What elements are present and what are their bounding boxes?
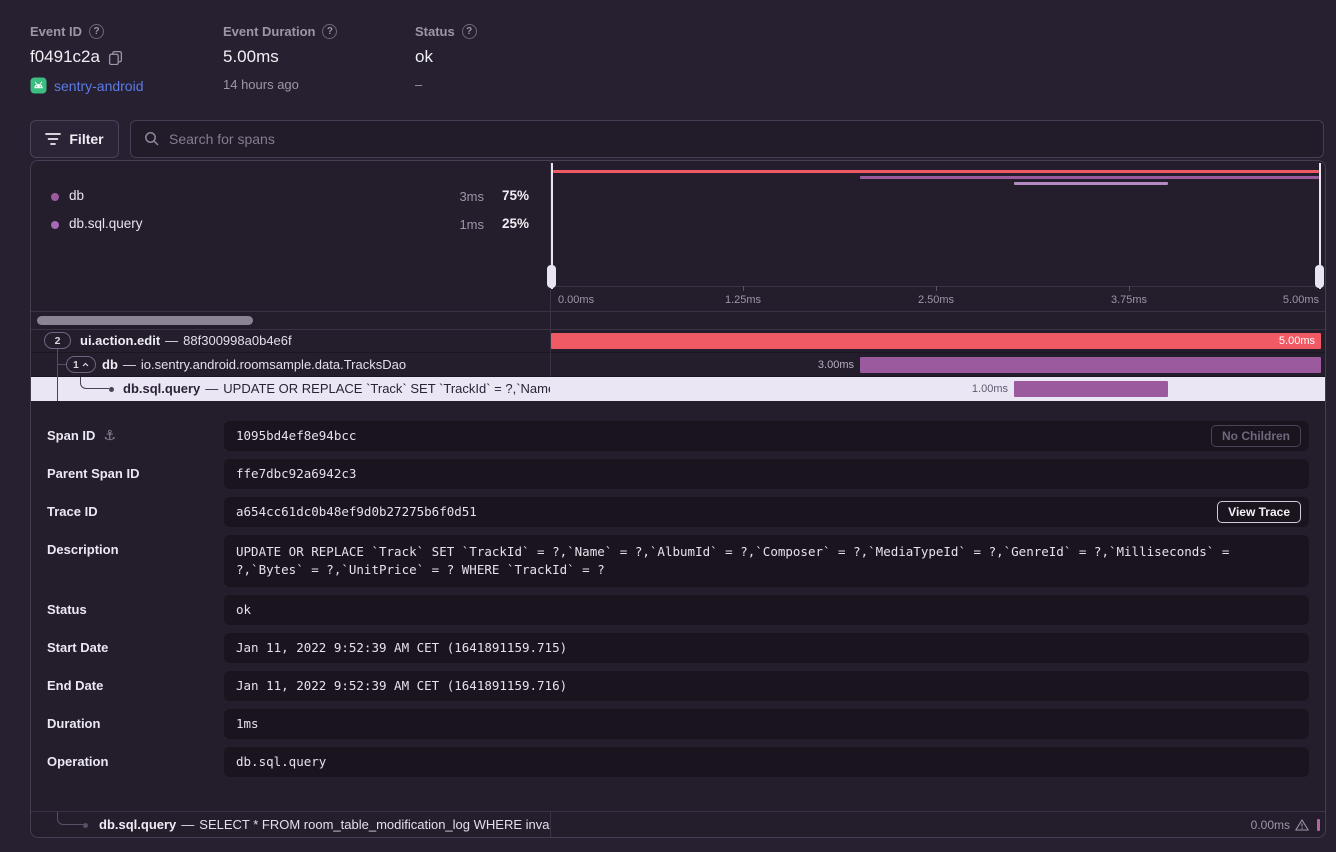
detail-row-operation: Operation db.sql.query xyxy=(31,747,1325,777)
view-trace-button[interactable]: View Trace xyxy=(1217,501,1301,523)
no-children-badge: No Children xyxy=(1211,425,1301,447)
event-duration-label: Event Duration xyxy=(223,24,315,39)
span-duration: 5.00ms xyxy=(1279,333,1315,349)
span-id-value: 1095bd4ef8e94bccNo Children xyxy=(224,421,1309,451)
detail-row-description: Description UPDATE OR REPLACE `Track` SE… xyxy=(31,535,1325,587)
detail-row-start-date: Start Date Jan 11, 2022 9:52:39 AM CET (… xyxy=(31,633,1325,663)
span-duration: 0.00ms xyxy=(1251,818,1290,832)
status-value: ok xyxy=(415,47,433,67)
divider-line xyxy=(31,811,1325,812)
search-box xyxy=(130,120,1324,158)
help-icon[interactable]: ? xyxy=(462,24,477,39)
minimap-left-grip[interactable] xyxy=(547,265,556,288)
span-bar-ui-action-edit: 5.00ms xyxy=(551,333,1321,349)
event-id-label: Event ID xyxy=(30,24,82,39)
axis-label: 3.75ms xyxy=(1099,289,1159,311)
help-icon[interactable]: ? xyxy=(89,24,104,39)
warning-icon xyxy=(1295,819,1309,831)
op-color-dot xyxy=(51,221,59,229)
android-icon xyxy=(30,77,47,94)
operation-value: db.sql.query xyxy=(224,747,1309,777)
ops-breakdown-row-db-sql-query[interactable]: db.sql.query 1ms 25% xyxy=(31,213,550,237)
parent-span-id-value: ffe7dbc92a6942c3 xyxy=(224,459,1309,489)
minimap-span-ui-action-edit xyxy=(553,170,1319,173)
detail-row-status: Status ok xyxy=(31,595,1325,625)
span-duration: 3.00ms xyxy=(791,357,854,373)
axis-label: 5.00ms xyxy=(1259,289,1319,311)
duration-value: 1ms xyxy=(224,709,1309,739)
axis-label: 1.25ms xyxy=(713,289,773,311)
status-value: ok xyxy=(224,595,1309,625)
detail-row-trace-id: Trace ID a654cc61dc0b48ef9d0b27275b6f0d5… xyxy=(31,497,1325,527)
span-detail-page: { "header": { "event_id_label": "Event I… xyxy=(0,0,1336,852)
axis-top-border xyxy=(550,286,1325,287)
trace-view-panel: db 3ms 75% db.sql.query 1ms 25% 0.00ms 1… xyxy=(30,160,1326,838)
minimap-right-grip[interactable] xyxy=(1315,265,1324,288)
children-count-badge[interactable]: 2 xyxy=(44,332,71,349)
search-input[interactable] xyxy=(169,131,1310,147)
tree-line xyxy=(57,364,66,365)
search-icon xyxy=(144,131,160,147)
filter-icon xyxy=(45,132,61,146)
event-time-ago: 14 hours ago xyxy=(223,77,299,92)
span-row-db-sql-query-select[interactable]: db.sql.query—SELECT * FROM room_table_mo… xyxy=(31,811,1325,838)
event-duration-value: 5.00ms xyxy=(223,47,279,67)
project-link[interactable]: sentry-android xyxy=(54,78,144,94)
chevron-up-icon xyxy=(82,362,89,367)
description-value: UPDATE OR REPLACE `Track` SET `TrackId` … xyxy=(224,535,1309,587)
op-color-dot xyxy=(51,193,59,201)
tree-line xyxy=(57,353,58,377)
span-bar-db xyxy=(860,357,1321,373)
expand-collapse-badge[interactable]: 1 xyxy=(66,356,96,373)
filter-label: Filter xyxy=(69,131,103,147)
status-label: Status xyxy=(415,24,455,39)
tree-node-dot xyxy=(83,823,88,828)
end-date-value: Jan 11, 2022 9:52:39 AM CET (1641891159.… xyxy=(224,671,1309,701)
axis-label: 0.00ms xyxy=(558,289,594,311)
filter-button[interactable]: Filter xyxy=(30,120,119,158)
trace-id-value: a654cc61dc0b48ef9d0b27275b6f0d51View Tra… xyxy=(224,497,1309,527)
tree-node-dot xyxy=(109,387,114,392)
detail-row-end-date: End Date Jan 11, 2022 9:52:39 AM CET (16… xyxy=(31,671,1325,701)
anchor-icon[interactable]: ⚓ xyxy=(103,421,116,451)
ops-breakdown-row-db[interactable]: db 3ms 75% xyxy=(31,185,550,209)
zero-duration-span-bar xyxy=(1317,819,1320,831)
span-details-panel: Span ID⚓ 1095bd4ef8e94bccNo Children Par… xyxy=(31,401,1325,811)
detail-row-parent-span-id: Parent Span ID ffe7dbc92a6942c3 xyxy=(31,459,1325,489)
status-sub: – xyxy=(415,77,422,92)
minimap-span-db-sql-query xyxy=(1014,182,1168,185)
span-bar-db-sql-query xyxy=(1014,381,1168,397)
detail-row-span-id: Span ID⚓ 1095bd4ef8e94bccNo Children xyxy=(31,421,1325,451)
event-id-value: f0491c2a xyxy=(30,47,100,67)
detail-row-duration: Duration 1ms xyxy=(31,709,1325,739)
tree-elbow xyxy=(80,377,109,389)
copy-icon[interactable] xyxy=(108,50,123,65)
span-duration: 1.00ms xyxy=(945,381,1008,397)
tree-elbow xyxy=(57,811,85,825)
span-row-ui-action-edit[interactable]: 2 ui.action.edit—88f300998a0b4e6f 5.00ms xyxy=(31,329,1325,353)
minimap-span-db xyxy=(860,176,1319,179)
span-row-db[interactable]: 1 db—io.sentry.android.roomsample.data.T… xyxy=(31,353,1325,377)
axis-label: 2.50ms xyxy=(906,289,966,311)
span-row-db-sql-query-selected[interactable]: db.sql.query—UPDATE OR REPLACE `Track` S… xyxy=(31,377,1325,401)
help-icon[interactable]: ? xyxy=(322,24,337,39)
start-date-value: Jan 11, 2022 9:52:39 AM CET (1641891159.… xyxy=(224,633,1309,663)
divider-line xyxy=(31,311,1325,312)
horizontal-scrollbar-thumb[interactable] xyxy=(37,316,253,325)
tree-line xyxy=(57,377,58,401)
